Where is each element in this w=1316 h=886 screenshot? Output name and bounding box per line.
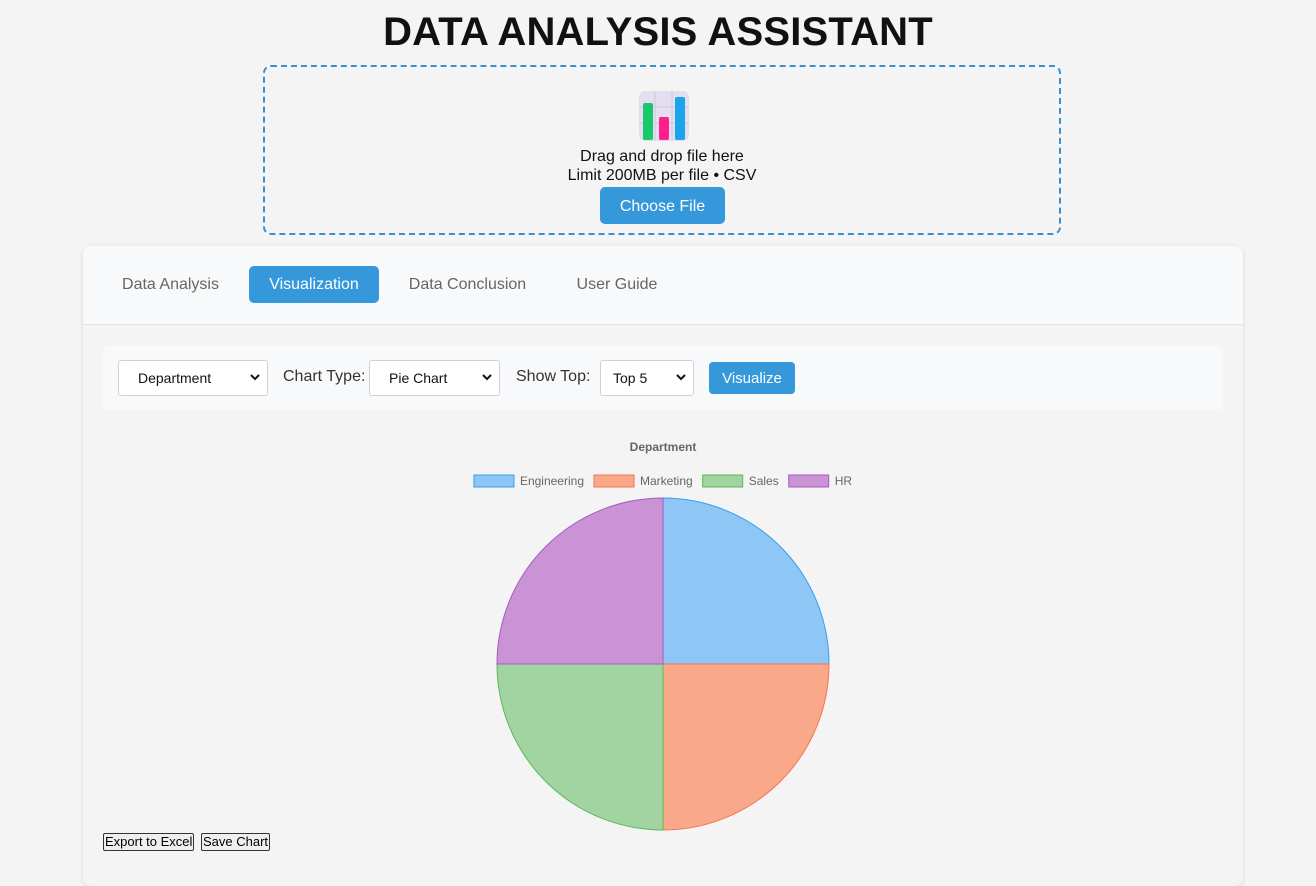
legend-swatch [593, 474, 635, 488]
show-top-select[interactable]: Top 5 [600, 360, 694, 396]
file-dropzone[interactable]: Drag and drop file here Limit 200MB per … [263, 65, 1061, 235]
tab-data-analysis[interactable]: Data Analysis [108, 266, 233, 303]
legend-item[interactable]: Engineering [473, 474, 584, 488]
pie-slices [496, 497, 830, 831]
show-top-label: Show Top: [516, 368, 591, 385]
column-select-value: Department [138, 370, 212, 386]
legend-swatch [473, 474, 515, 488]
chart-legend: Engineering Marketing Sales HR [473, 474, 853, 488]
chart-title: Department [630, 440, 697, 454]
chart-type-label: Chart Type: [283, 368, 366, 385]
legend-label: Sales [749, 474, 779, 488]
legend-label: Marketing [640, 474, 693, 488]
chevron-down-icon [482, 374, 492, 381]
main-panel: Data Analysis Visualization Data Conclus… [83, 246, 1243, 886]
chevron-down-icon [676, 374, 686, 381]
chart-type-select[interactable]: Pie Chart [369, 360, 500, 396]
save-chart-button[interactable]: Save Chart [201, 833, 271, 851]
export-excel-button[interactable]: Export to Excel [103, 833, 195, 851]
column-select[interactable]: Department [118, 360, 268, 396]
legend-item[interactable]: Marketing [593, 474, 693, 488]
legend-item[interactable]: Sales [702, 474, 779, 488]
visualize-button[interactable]: Visualize [709, 362, 795, 394]
tab-data-conclusion[interactable]: Data Conclusion [395, 266, 540, 303]
chevron-down-icon [250, 374, 260, 381]
tab-bar: Data Analysis Visualization Data Conclus… [83, 246, 1243, 325]
pie-slice-marketing[interactable] [662, 663, 830, 831]
tab-user-guide[interactable]: User Guide [560, 266, 674, 303]
legend-label: HR [835, 474, 853, 488]
show-top-value: Top 5 [613, 370, 648, 386]
chart-controls: Department Chart Type: Pie Chart Show To… [103, 346, 1223, 410]
app-title: DATA ANALYSIS ASSISTANT [383, 10, 933, 54]
pie-chart: Department Engineering Marketing Sales HR [473, 440, 853, 831]
tab-visualization[interactable]: Visualization [249, 266, 379, 303]
file-limit-note: Limit 200MB per file • CSV [567, 167, 757, 184]
legend-swatch [702, 474, 744, 488]
legend-label: Engineering [520, 474, 584, 488]
pie-slice-engineering[interactable] [662, 497, 830, 665]
dropzone-instruction: Drag and drop file here [580, 148, 744, 165]
choose-file-button[interactable]: Choose File [600, 187, 725, 224]
legend-item[interactable]: HR [788, 474, 853, 488]
pie-slice-sales[interactable] [496, 663, 664, 831]
chart-type-value: Pie Chart [389, 370, 448, 386]
bar-chart-icon [639, 91, 689, 141]
legend-swatch [788, 474, 830, 488]
pie-slice-hr[interactable] [496, 497, 664, 665]
